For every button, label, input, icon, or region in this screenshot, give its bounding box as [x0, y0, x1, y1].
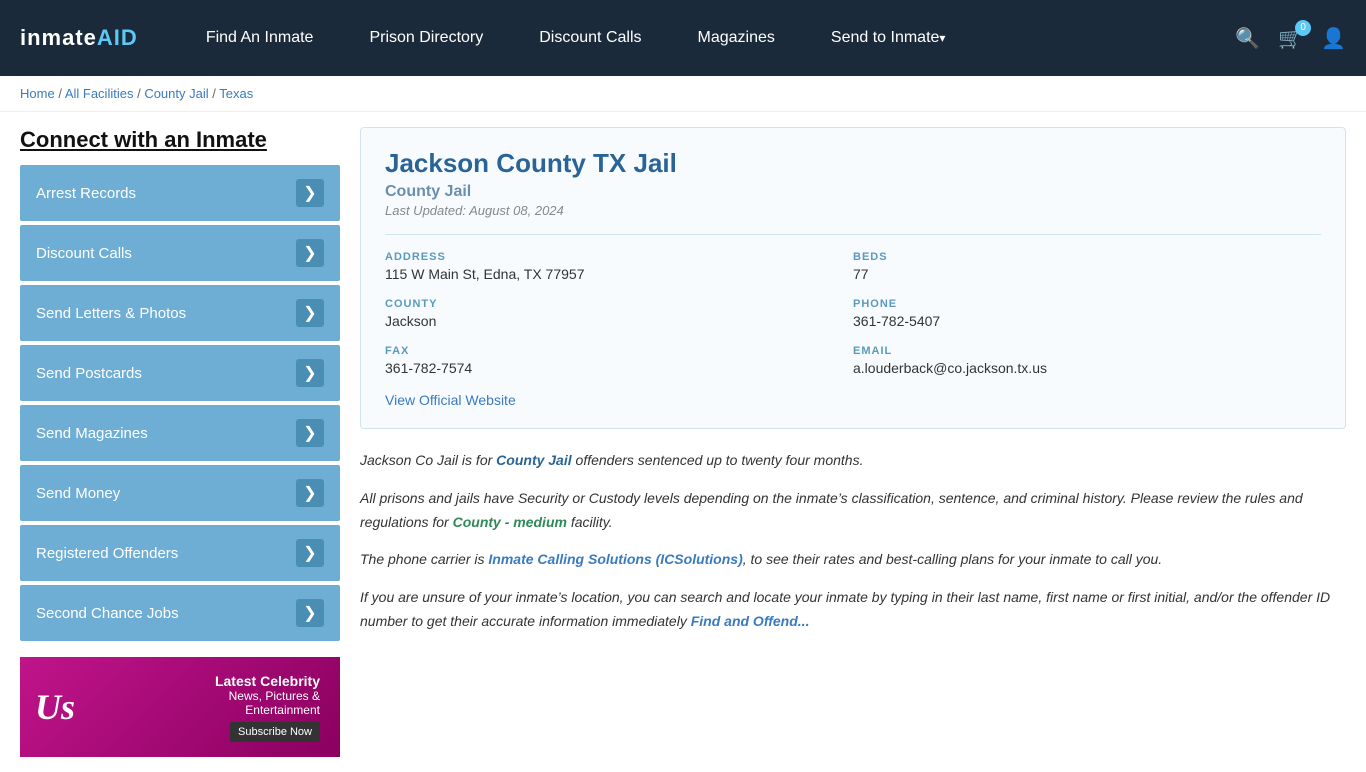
phone-label: PHONE	[853, 298, 1321, 310]
sidebar-item-registered-offenders[interactable]: Registered Offenders ❯	[20, 525, 340, 581]
beds-block: BEDS 77	[853, 251, 1321, 282]
arrow-icon: ❯	[296, 479, 324, 507]
nav-find-inmate[interactable]: Find An Inmate	[178, 0, 342, 76]
find-offender-link[interactable]: Find and Offend...	[691, 613, 810, 629]
icsolutions-link[interactable]: Inmate Calling Solutions (ICSolutions)	[488, 551, 742, 567]
ad-content: Latest Celebrity News, Pictures & Entert…	[205, 663, 330, 752]
nav-prison-directory[interactable]: Prison Directory	[341, 0, 511, 76]
county-value: Jackson	[385, 313, 853, 329]
breadcrumb-all-facilities[interactable]: All Facilities	[65, 86, 134, 101]
logo[interactable]: inmateAID	[20, 25, 138, 51]
logo-text: inmateAID	[20, 25, 138, 51]
arrow-icon: ❯	[296, 179, 324, 207]
sidebar-item-send-magazines[interactable]: Send Magazines ❯	[20, 405, 340, 461]
arrow-icon: ❯	[296, 359, 324, 387]
sidebar: Connect with an Inmate Arrest Records ❯ …	[20, 127, 340, 757]
fax-label: FAX	[385, 345, 853, 357]
county-block: COUNTY Jackson	[385, 298, 853, 329]
sidebar-item-discount-calls[interactable]: Discount Calls ❯	[20, 225, 340, 281]
nav-icons: 🔍 🛒 0 👤	[1235, 26, 1346, 51]
sidebar-item-send-postcards[interactable]: Send Postcards ❯	[20, 345, 340, 401]
facility-description: Jackson Co Jail is for County Jail offen…	[360, 449, 1346, 634]
address-label: ADDRESS	[385, 251, 853, 263]
breadcrumb-texas[interactable]: Texas	[219, 86, 253, 101]
sidebar-title: Connect with an Inmate	[20, 127, 340, 153]
breadcrumb: Home / All Facilities / County Jail / Te…	[0, 76, 1366, 112]
sidebar-ad[interactable]: Us Latest Celebrity News, Pictures & Ent…	[20, 657, 340, 757]
arrow-icon: ❯	[296, 539, 324, 567]
facility-type: County Jail	[385, 183, 1321, 201]
phone-value: 361-782-5407	[853, 313, 1321, 329]
content-area: Jackson County TX Jail County Jail Last …	[360, 127, 1346, 757]
desc-para4: If you are unsure of your inmate’s locat…	[360, 586, 1346, 634]
breadcrumb-county-jail[interactable]: County Jail	[144, 86, 208, 101]
ad-us-logo: Us	[35, 686, 75, 728]
breadcrumb-home[interactable]: Home	[20, 86, 55, 101]
arrow-icon: ❯	[296, 599, 324, 627]
facility-updated: Last Updated: August 08, 2024	[385, 203, 1321, 218]
address-value: 115 W Main St, Edna, TX 77957	[385, 266, 853, 282]
nav-links: Find An Inmate Prison Directory Discount…	[178, 0, 1235, 76]
sidebar-menu: Arrest Records ❯ Discount Calls ❯ Send L…	[20, 165, 340, 641]
email-block: EMAIL a.louderback@co.jackson.tx.us	[853, 345, 1321, 376]
beds-value: 77	[853, 266, 1321, 282]
nav-magazines[interactable]: Magazines	[670, 0, 803, 76]
sidebar-item-send-letters[interactable]: Send Letters & Photos ❯	[20, 285, 340, 341]
phone-block: PHONE 361-782-5407	[853, 298, 1321, 329]
email-label: EMAIL	[853, 345, 1321, 357]
cart-badge: 0	[1295, 20, 1311, 36]
arrow-icon: ❯	[296, 299, 324, 327]
address-block: ADDRESS 115 W Main St, Edna, TX 77957	[385, 251, 853, 282]
nav-discount-calls[interactable]: Discount Calls	[511, 0, 669, 76]
facility-details: ADDRESS 115 W Main St, Edna, TX 77957 BE…	[385, 234, 1321, 376]
cart-icon[interactable]: 🛒 0	[1278, 26, 1303, 51]
facility-name: Jackson County TX Jail	[385, 148, 1321, 179]
desc-para2: All prisons and jails have Security or C…	[360, 487, 1346, 535]
desc-para1: Jackson Co Jail is for County Jail offen…	[360, 449, 1346, 473]
arrow-icon: ❯	[296, 419, 324, 447]
fax-value: 361-782-7574	[385, 360, 853, 376]
nav-send-to-inmate[interactable]: Send to Inmate	[803, 0, 974, 76]
desc-para3: The phone carrier is Inmate Calling Solu…	[360, 548, 1346, 572]
county-label: COUNTY	[385, 298, 853, 310]
sidebar-item-second-chance-jobs[interactable]: Second Chance Jobs ❯	[20, 585, 340, 641]
navbar: inmateAID Find An Inmate Prison Director…	[0, 0, 1366, 76]
main-layout: Connect with an Inmate Arrest Records ❯ …	[0, 112, 1366, 772]
facility-card: Jackson County TX Jail County Jail Last …	[360, 127, 1346, 429]
fax-block: FAX 361-782-7574	[385, 345, 853, 376]
search-icon[interactable]: 🔍	[1235, 26, 1260, 51]
view-website-link[interactable]: View Official Website	[385, 392, 516, 408]
sidebar-item-arrest-records[interactable]: Arrest Records ❯	[20, 165, 340, 221]
arrow-icon: ❯	[296, 239, 324, 267]
email-value: a.louderback@co.jackson.tx.us	[853, 360, 1321, 376]
beds-label: BEDS	[853, 251, 1321, 263]
sidebar-item-send-money[interactable]: Send Money ❯	[20, 465, 340, 521]
user-icon[interactable]: 👤	[1321, 26, 1346, 51]
